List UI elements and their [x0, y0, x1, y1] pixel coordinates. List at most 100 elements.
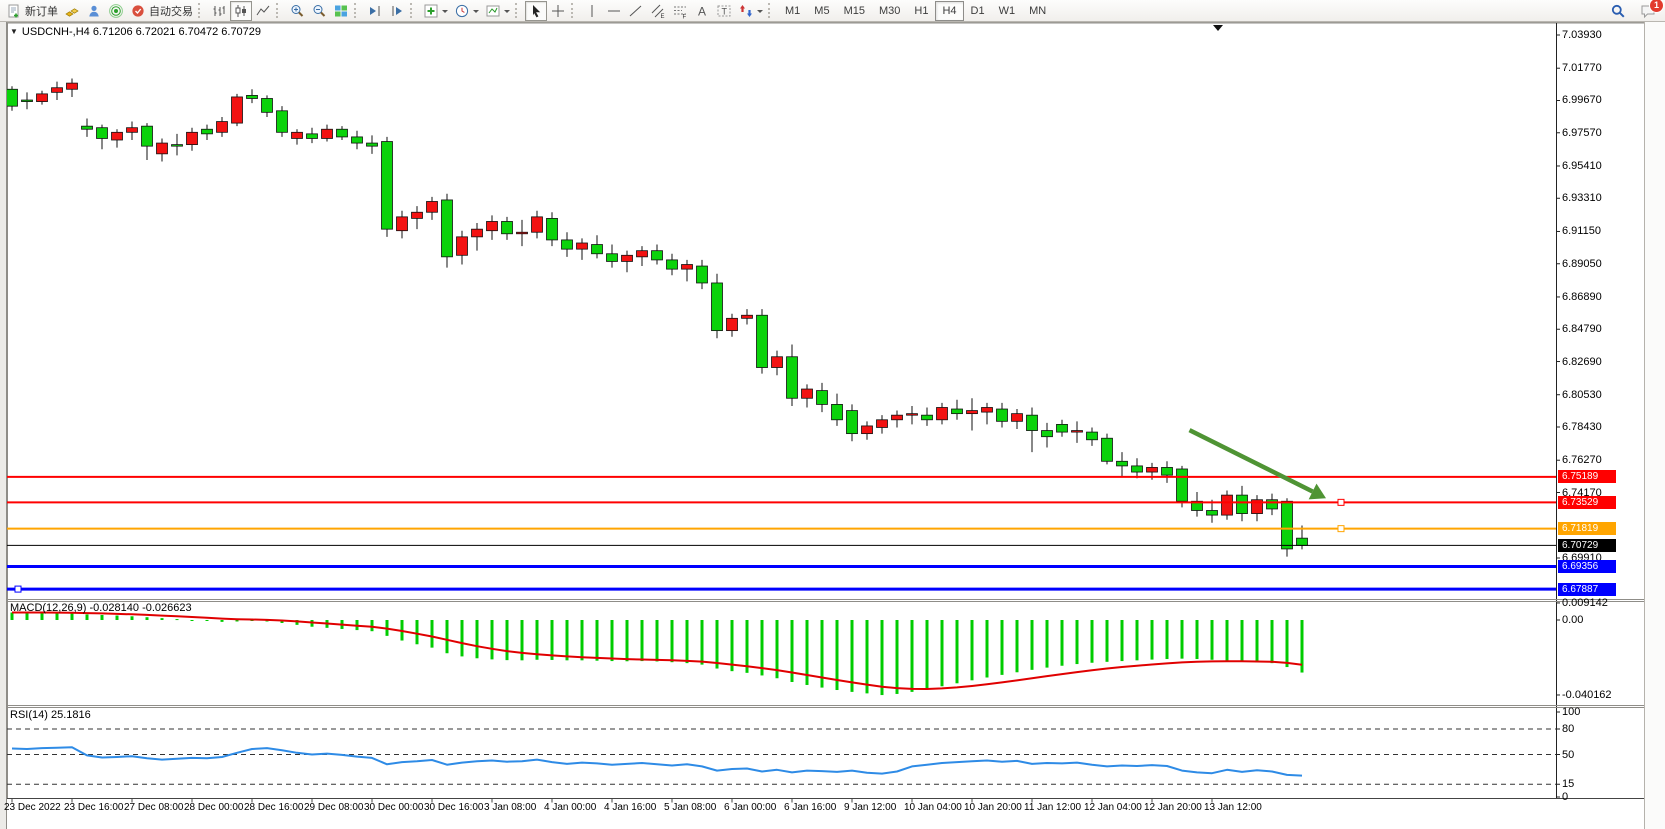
signals-button[interactable] — [105, 1, 127, 21]
candlestick-chart-button[interactable] — [230, 1, 252, 21]
candle — [1297, 538, 1308, 545]
macd-histogram-bar — [101, 615, 104, 620]
tile-windows-icon — [333, 3, 349, 19]
timeframe-button-M1[interactable]: M1 — [778, 1, 807, 21]
candle — [127, 128, 138, 133]
line-chart-button[interactable] — [252, 1, 274, 21]
macd-histogram-bar — [566, 620, 569, 660]
macd-histogram-bar — [446, 620, 449, 653]
tile-windows-button[interactable] — [330, 1, 352, 21]
arrows-button[interactable] — [735, 1, 766, 21]
chart-shift-marker-icon[interactable] — [1213, 25, 1223, 31]
cursor-button[interactable] — [525, 1, 547, 21]
community-icon — [86, 3, 102, 19]
candle — [697, 266, 708, 283]
timeframe-button-M15[interactable]: M15 — [837, 1, 872, 21]
macd-histogram-bar — [971, 620, 974, 680]
templates-button[interactable] — [482, 1, 513, 21]
zoom-in-button[interactable] — [286, 1, 308, 21]
macd-histogram-bar — [656, 620, 659, 661]
candle — [667, 260, 678, 269]
candle — [1087, 432, 1098, 440]
macd-histogram-bar — [626, 620, 629, 661]
auto-scroll-button[interactable] — [364, 1, 386, 21]
macd-histogram-bar — [506, 620, 509, 660]
timeframe-button-M5[interactable]: M5 — [807, 1, 836, 21]
candle — [937, 407, 948, 419]
zoom-out-icon — [311, 3, 327, 19]
candle — [772, 357, 783, 368]
candle — [7, 89, 18, 106]
community-button[interactable] — [83, 1, 105, 21]
macd-histogram-bar — [431, 620, 434, 648]
macd-histogram-bar — [1046, 620, 1049, 668]
macd-histogram-bar — [1166, 620, 1169, 659]
timeframe-button-W1[interactable]: W1 — [992, 1, 1023, 21]
zoom-in-icon — [289, 3, 305, 19]
trend-arrow[interactable] — [1190, 430, 1313, 491]
candle — [787, 357, 798, 399]
candle — [427, 201, 438, 212]
new-order-button[interactable]: 新订单 — [3, 1, 61, 21]
macd-histogram-bar — [71, 613, 74, 620]
gold-button[interactable] — [61, 1, 83, 21]
timeframe-button-D1[interactable]: D1 — [964, 1, 992, 21]
search-icon — [1610, 3, 1626, 19]
candle — [607, 254, 618, 262]
crosshair-button[interactable] — [547, 1, 569, 21]
dropdown-caret-icon — [442, 10, 448, 16]
candle — [1117, 461, 1128, 466]
hline-handle[interactable] — [1338, 499, 1344, 505]
hline-handle[interactable] — [1338, 526, 1344, 532]
toolbar-grip — [768, 3, 774, 18]
candle — [652, 251, 663, 260]
timeframe-button-H4[interactable]: H4 — [935, 1, 963, 21]
chart-shift-icon — [389, 3, 405, 19]
candle — [1237, 495, 1248, 513]
macd-histogram-bar — [926, 620, 929, 689]
indicators-button[interactable] — [420, 1, 451, 21]
candle — [907, 414, 918, 416]
periods-button[interactable] — [451, 1, 482, 21]
candle — [1012, 414, 1023, 422]
autotrading-button[interactable]: 自动交易 — [127, 1, 196, 21]
macd-histogram-bar — [416, 620, 419, 644]
chart-area[interactable] — [0, 0, 1665, 829]
autotrading-icon — [130, 3, 146, 19]
macd-histogram-bar — [371, 620, 374, 631]
candle — [82, 126, 93, 129]
candle — [442, 200, 453, 257]
macd-histogram-bar — [1016, 620, 1019, 672]
bar-chart-button[interactable] — [208, 1, 230, 21]
macd-histogram-bar — [716, 620, 719, 669]
candle — [1132, 466, 1143, 472]
macd-histogram-bar — [956, 620, 959, 683]
zoom-out-button[interactable] — [308, 1, 330, 21]
macd-histogram-bar — [1226, 620, 1229, 661]
hline-handle[interactable] — [15, 586, 21, 592]
candle — [277, 111, 288, 133]
macd-histogram-bar — [581, 620, 584, 660]
equidistant-channel-button[interactable]: E — [647, 1, 669, 21]
timeframe-button-MN[interactable]: MN — [1022, 1, 1053, 21]
candlestick-chart-icon — [233, 3, 249, 19]
notifications-button[interactable]: 1 — [1637, 1, 1659, 21]
vertical-line-button[interactable] — [581, 1, 603, 21]
timeframe-button-H1[interactable]: H1 — [907, 1, 935, 21]
macd-histogram-bar — [146, 617, 149, 620]
text-label-button[interactable]: T — [713, 1, 735, 21]
autotrading-label: 自动交易 — [149, 3, 193, 19]
fibonacci-button[interactable]: F — [669, 1, 691, 21]
dropdown-caret-icon — [504, 10, 510, 16]
trendline-button[interactable] — [625, 1, 647, 21]
svg-text:A: A — [698, 4, 706, 18]
horizontal-line-button[interactable] — [603, 1, 625, 21]
macd-histogram-bar — [746, 620, 749, 673]
chart-shift-button[interactable] — [386, 1, 408, 21]
candle — [1147, 467, 1158, 472]
search-button[interactable] — [1607, 1, 1629, 21]
indicators-icon — [423, 3, 439, 19]
timeframe-button-M30[interactable]: M30 — [872, 1, 907, 21]
text-button[interactable]: A — [691, 1, 713, 21]
trendline-icon — [628, 3, 644, 19]
